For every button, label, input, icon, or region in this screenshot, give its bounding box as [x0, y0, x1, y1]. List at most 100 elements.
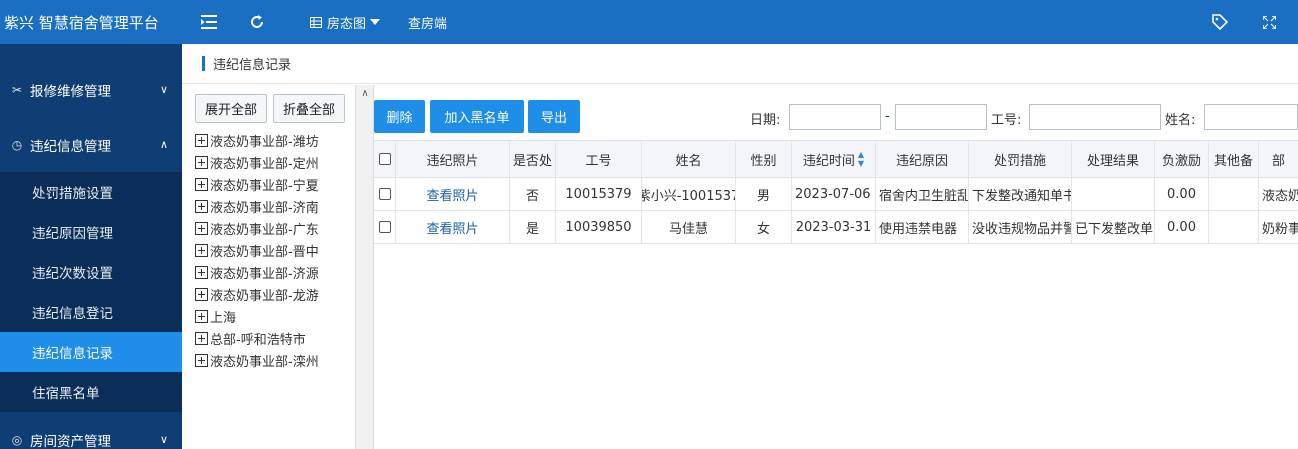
- tree-scrollbar[interactable]: ∧: [356, 85, 374, 449]
- view-photo-link[interactable]: 查看照片: [396, 211, 510, 243]
- tree-node[interactable]: 液态奶事业部-定州: [195, 151, 319, 173]
- col-header[interactable]: 工号: [556, 141, 642, 177]
- room-status-menu[interactable]: 房态图: [296, 0, 394, 44]
- gender-cell: 女: [736, 211, 792, 243]
- col-header[interactable]: 姓名: [642, 141, 736, 177]
- tree-node-label[interactable]: 液态奶事业部-龙游: [210, 285, 319, 304]
- col-header[interactable]: 负激励: [1155, 141, 1209, 177]
- sidebar-item-registration[interactable]: 违纪信息登记: [0, 292, 182, 332]
- expand-plus-icon[interactable]: [195, 265, 208, 279]
- tree-node[interactable]: 上海: [195, 305, 319, 327]
- sidebar-item-blacklist[interactable]: 住宿黑名单: [0, 372, 182, 412]
- sidebar-group-discipline[interactable]: ◷ 违纪信息管理 ∧: [0, 117, 182, 172]
- select-all-cell: [374, 141, 396, 177]
- expand-all-button[interactable]: 展开全部: [195, 94, 268, 123]
- expand-plus-icon[interactable]: [195, 199, 208, 213]
- tree-node[interactable]: 总部-呼和浩特市: [195, 327, 319, 349]
- tree-node-label[interactable]: 液态奶事业部-定州: [210, 153, 319, 172]
- tree-node[interactable]: 液态奶事业部-济源: [195, 261, 319, 283]
- expand-plus-icon[interactable]: [195, 287, 208, 301]
- tree-node-label[interactable]: 液态奶事业部-济源: [210, 263, 319, 282]
- col-header[interactable]: 处理结果: [1072, 141, 1155, 177]
- employee-id-input[interactable]: [1029, 104, 1161, 130]
- handled-cell: 是: [510, 211, 556, 243]
- col-header[interactable]: 违纪原因: [876, 141, 969, 177]
- table-row[interactable]: 查看照片 否 10015379 紫小兴-1001537 男 2023-07-06…: [374, 178, 1298, 211]
- tree-node[interactable]: 液态奶事业部-宁夏: [195, 173, 319, 195]
- scroll-up-icon[interactable]: ∧: [356, 85, 374, 101]
- col-header-label: 违纪时间: [802, 153, 855, 169]
- measure-cell: 下发整改通知单书: [969, 178, 1072, 210]
- tree-node-label[interactable]: 液态奶事业部-广东: [210, 219, 319, 238]
- tree-node[interactable]: 液态奶事业部-滦州: [195, 349, 319, 371]
- sidebar-item-punishment-settings[interactable]: 处罚措施设置: [0, 172, 182, 212]
- sidebar-item-count-settings[interactable]: 违纪次数设置: [0, 252, 182, 292]
- table-row[interactable]: 查看照片 是 10039850 马佳慧 女 2023-03-31 使用违禁电器 …: [374, 211, 1298, 244]
- col-header[interactable]: 处罚措施: [969, 141, 1072, 177]
- expand-plus-icon[interactable]: [195, 353, 208, 367]
- sidebar-item-reason-management[interactable]: 违纪原因管理: [0, 212, 182, 252]
- expand-plus-icon[interactable]: [195, 133, 208, 147]
- date-start-input[interactable]: [789, 104, 881, 130]
- tree-node[interactable]: 液态奶事业部-晋中: [195, 239, 319, 261]
- collapse-all-button[interactable]: 折叠全部: [273, 94, 346, 123]
- time-cell: 2023-03-31: [792, 211, 876, 243]
- col-header-sortable[interactable]: 违纪时间 ▲ ▼: [792, 141, 876, 177]
- expand-plus-icon[interactable]: [195, 177, 208, 191]
- sidebar-group-assets[interactable]: ◎ 房间资产管理 ∨: [0, 412, 182, 449]
- employee-id-cell: 10039850: [556, 211, 642, 243]
- other-cell: [1209, 178, 1259, 210]
- tree-node-label[interactable]: 液态奶事业部-滦州: [210, 351, 319, 370]
- date-end-input[interactable]: [895, 104, 987, 130]
- menu-fold-icon[interactable]: [194, 0, 224, 44]
- tree-node-label[interactable]: 液态奶事业部-晋中: [210, 241, 319, 260]
- expand-plus-icon[interactable]: [195, 221, 208, 235]
- expand-plus-icon[interactable]: [195, 309, 208, 323]
- select-all-checkbox[interactable]: [378, 153, 391, 165]
- tree-node-label[interactable]: 液态奶事业部-潍坊: [210, 131, 319, 150]
- org-tree: 液态奶事业部-潍坊 液态奶事业部-定州 液态奶事业部-宁夏 液态奶事业部-济南 …: [195, 129, 319, 371]
- measure-cell: 没收违规物品并警: [969, 211, 1072, 243]
- tree-node-label[interactable]: 上海: [210, 307, 236, 326]
- refresh-icon[interactable]: [242, 0, 272, 44]
- reason-cell: 使用违禁电器: [876, 211, 969, 243]
- col-header[interactable]: 违纪照片: [396, 141, 510, 177]
- sidebar-group-repair[interactable]: ✂ 报修维修管理 ∨: [0, 62, 182, 117]
- tree-node[interactable]: 液态奶事业部-济南: [195, 195, 319, 217]
- sort-icon[interactable]: ▲ ▼: [858, 150, 864, 168]
- breadcrumb: 违纪信息记录: [182, 44, 1298, 84]
- tree-node[interactable]: 液态奶事业部-广东: [195, 217, 319, 239]
- row-checkbox[interactable]: [378, 188, 391, 200]
- name-label: 姓名:: [1165, 113, 1196, 128]
- time-cell: 2023-07-06 1: [792, 178, 876, 210]
- box-icon: ◎: [11, 432, 23, 447]
- table-header: 违纪照片 是否处 工号 姓名 性别 违纪时间 ▲ ▼ 违纪原因 处罚措施 处理结果 …: [374, 140, 1298, 178]
- sidebar-group-label: 房间资产管理: [30, 433, 111, 449]
- expand-plus-icon[interactable]: [195, 331, 208, 345]
- add-blacklist-button[interactable]: 加入黑名单: [430, 100, 524, 133]
- sidebar-item-records[interactable]: 违纪信息记录: [0, 332, 182, 372]
- employee-id-label: 工号:: [991, 113, 1022, 128]
- view-photo-link[interactable]: 查看照片: [396, 178, 510, 210]
- tree-node-label[interactable]: 液态奶事业部-宁夏: [210, 175, 319, 194]
- col-header[interactable]: 性别: [736, 141, 792, 177]
- row-checkbox[interactable]: [378, 221, 391, 233]
- col-header[interactable]: 部: [1259, 141, 1298, 177]
- tree-node-label[interactable]: 总部-呼和浩特市: [210, 329, 306, 348]
- col-header[interactable]: 是否处: [510, 141, 556, 177]
- caret-down-icon: [370, 19, 381, 25]
- inspection-menu[interactable]: 查房端: [394, 0, 461, 44]
- export-button[interactable]: 导出: [528, 100, 580, 133]
- expand-plus-icon[interactable]: [195, 243, 208, 257]
- sidebar: ✂ 报修维修管理 ∨ ◷ 违纪信息管理 ∧ 处罚措施设置 违纪原因管理 违纪次数…: [0, 44, 182, 449]
- tree-node-label[interactable]: 液态奶事业部-济南: [210, 197, 319, 216]
- delete-button[interactable]: 删除: [374, 100, 425, 133]
- fullscreen-icon[interactable]: [1254, 0, 1284, 44]
- expand-plus-icon[interactable]: [195, 155, 208, 169]
- sidebar-group-label: 报修维修管理: [30, 83, 111, 100]
- tree-node[interactable]: 液态奶事业部-潍坊: [195, 129, 319, 151]
- name-input[interactable]: [1204, 104, 1298, 130]
- tree-node[interactable]: 液态奶事业部-龙游: [195, 283, 319, 305]
- col-header[interactable]: 其他备: [1209, 141, 1259, 177]
- tag-icon[interactable]: [1205, 0, 1235, 44]
